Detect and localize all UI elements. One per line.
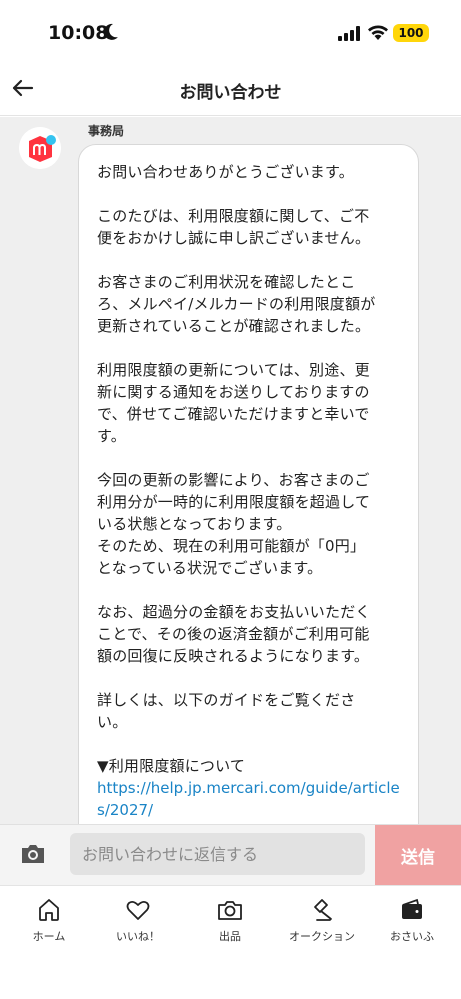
chat-thread[interactable]: 事務局 お問い合わせありがとうございます。 このたびは、利用限度額に関して、ご不…	[0, 117, 461, 824]
message-paragraph: お問い合わせありがとうございます。	[97, 163, 354, 181]
reply-composer: 送信	[0, 824, 461, 886]
gavel-icon	[314, 899, 332, 921]
tab-label: いいね！	[116, 930, 160, 943]
page-title: お問い合わせ	[179, 83, 282, 103]
message-paragraph: このたびは、利用限度額に関して、ご不 便をおかけし誠に申し訳ございません。	[97, 207, 371, 247]
tab-label: ホーム	[32, 930, 66, 943]
reply-input[interactable]	[70, 833, 365, 875]
tab-sell[interactable]: 出品	[184, 896, 276, 956]
tab-auction[interactable]: オークション	[276, 896, 368, 956]
message-bubble: お問い合わせありがとうございます。 このたびは、利用限度額に関して、ご不 便をお…	[78, 144, 419, 824]
message-paragraph: 詳しくは、以下のガイドをご覧くださ い。	[97, 691, 356, 731]
sender-name: 事務局	[88, 124, 125, 138]
tab-label: オークション	[289, 930, 355, 943]
message-paragraph: 利用限度額の更新については、別途、更 新に関する通知をお送りしておりますの で、…	[97, 361, 370, 445]
message-paragraph: なお、超過分の金額をお支払いいただく ことで、その後の返済金額がご利用可能 額の…	[97, 603, 371, 665]
tab-label: おさいふ	[390, 930, 434, 943]
wifi-icon	[368, 25, 388, 40]
guide-link[interactable]: https://help.jp.mercari.com/guide/articl…	[97, 777, 400, 821]
send-button[interactable]: 送信	[375, 825, 461, 886]
guide-heading: ▼利用限度額について	[97, 757, 246, 775]
header: お問い合わせ	[0, 62, 461, 116]
tab-label: 出品	[219, 930, 241, 943]
camera-icon[interactable]	[20, 842, 46, 866]
moon-icon	[103, 23, 118, 40]
status-bar: 10:08 100	[0, 0, 461, 62]
tab-bar: ホーム いいね！ 出品 オークション おさいふ	[0, 885, 461, 999]
mercari-logo-icon	[19, 127, 61, 169]
tab-likes[interactable]: いいね！	[92, 896, 184, 956]
camera-icon	[218, 901, 242, 920]
wallet-icon	[402, 898, 422, 919]
tab-wallet[interactable]: おさいふ	[366, 896, 458, 956]
status-time: 10:08	[48, 22, 109, 44]
tab-home[interactable]: ホーム	[3, 896, 95, 956]
message-paragraph: お客さまのご利用状況を確認したとこ ろ、メルペイ/メルカードの利用限度額が 更新…	[97, 273, 376, 335]
heart-icon	[126, 900, 150, 920]
battery-indicator: 100	[393, 24, 429, 42]
home-icon	[39, 899, 59, 921]
signal-icon	[338, 26, 360, 41]
message-paragraph: 今回の更新の影響により、お客さまのご 利用分が一時的に利用限度額を超過して いる…	[97, 471, 371, 577]
